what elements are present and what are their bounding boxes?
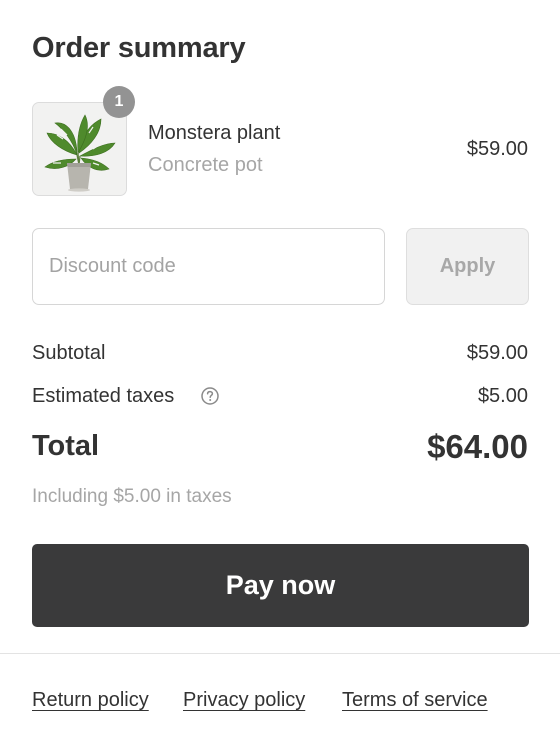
question-circle-icon[interactable]: [200, 386, 220, 406]
footer-divider: [0, 653, 560, 654]
subtotal-value: $59.00: [466, 342, 528, 364]
terms-of-service-link[interactable]: Terms of service: [342, 689, 488, 712]
tax-included-note: Including $5.00 in taxes: [32, 486, 232, 507]
subtotal-label: Subtotal: [32, 342, 106, 364]
estimated-taxes-value: $5.00: [477, 385, 528, 407]
return-policy-link[interactable]: Return policy: [32, 689, 149, 712]
privacy-policy-link[interactable]: Privacy policy: [183, 689, 305, 712]
total-value: $64.00: [427, 428, 528, 465]
estimated-taxes-label: Estimated taxes: [32, 385, 175, 407]
apply-discount-button[interactable]: Apply: [406, 228, 529, 305]
quantity-badge: 1: [103, 86, 135, 118]
product-variant: Concrete pot: [148, 154, 263, 176]
checkout-order-summary: Order summary 1 Monstera plant Concrete …: [0, 0, 560, 748]
total-label: Total: [32, 430, 100, 462]
discount-code-input[interactable]: [32, 228, 385, 305]
page-title: Order summary: [32, 32, 246, 64]
product-name: Monstera plant: [148, 122, 281, 144]
product-price: $59.00: [466, 138, 528, 160]
pay-now-button[interactable]: Pay now: [32, 544, 529, 627]
